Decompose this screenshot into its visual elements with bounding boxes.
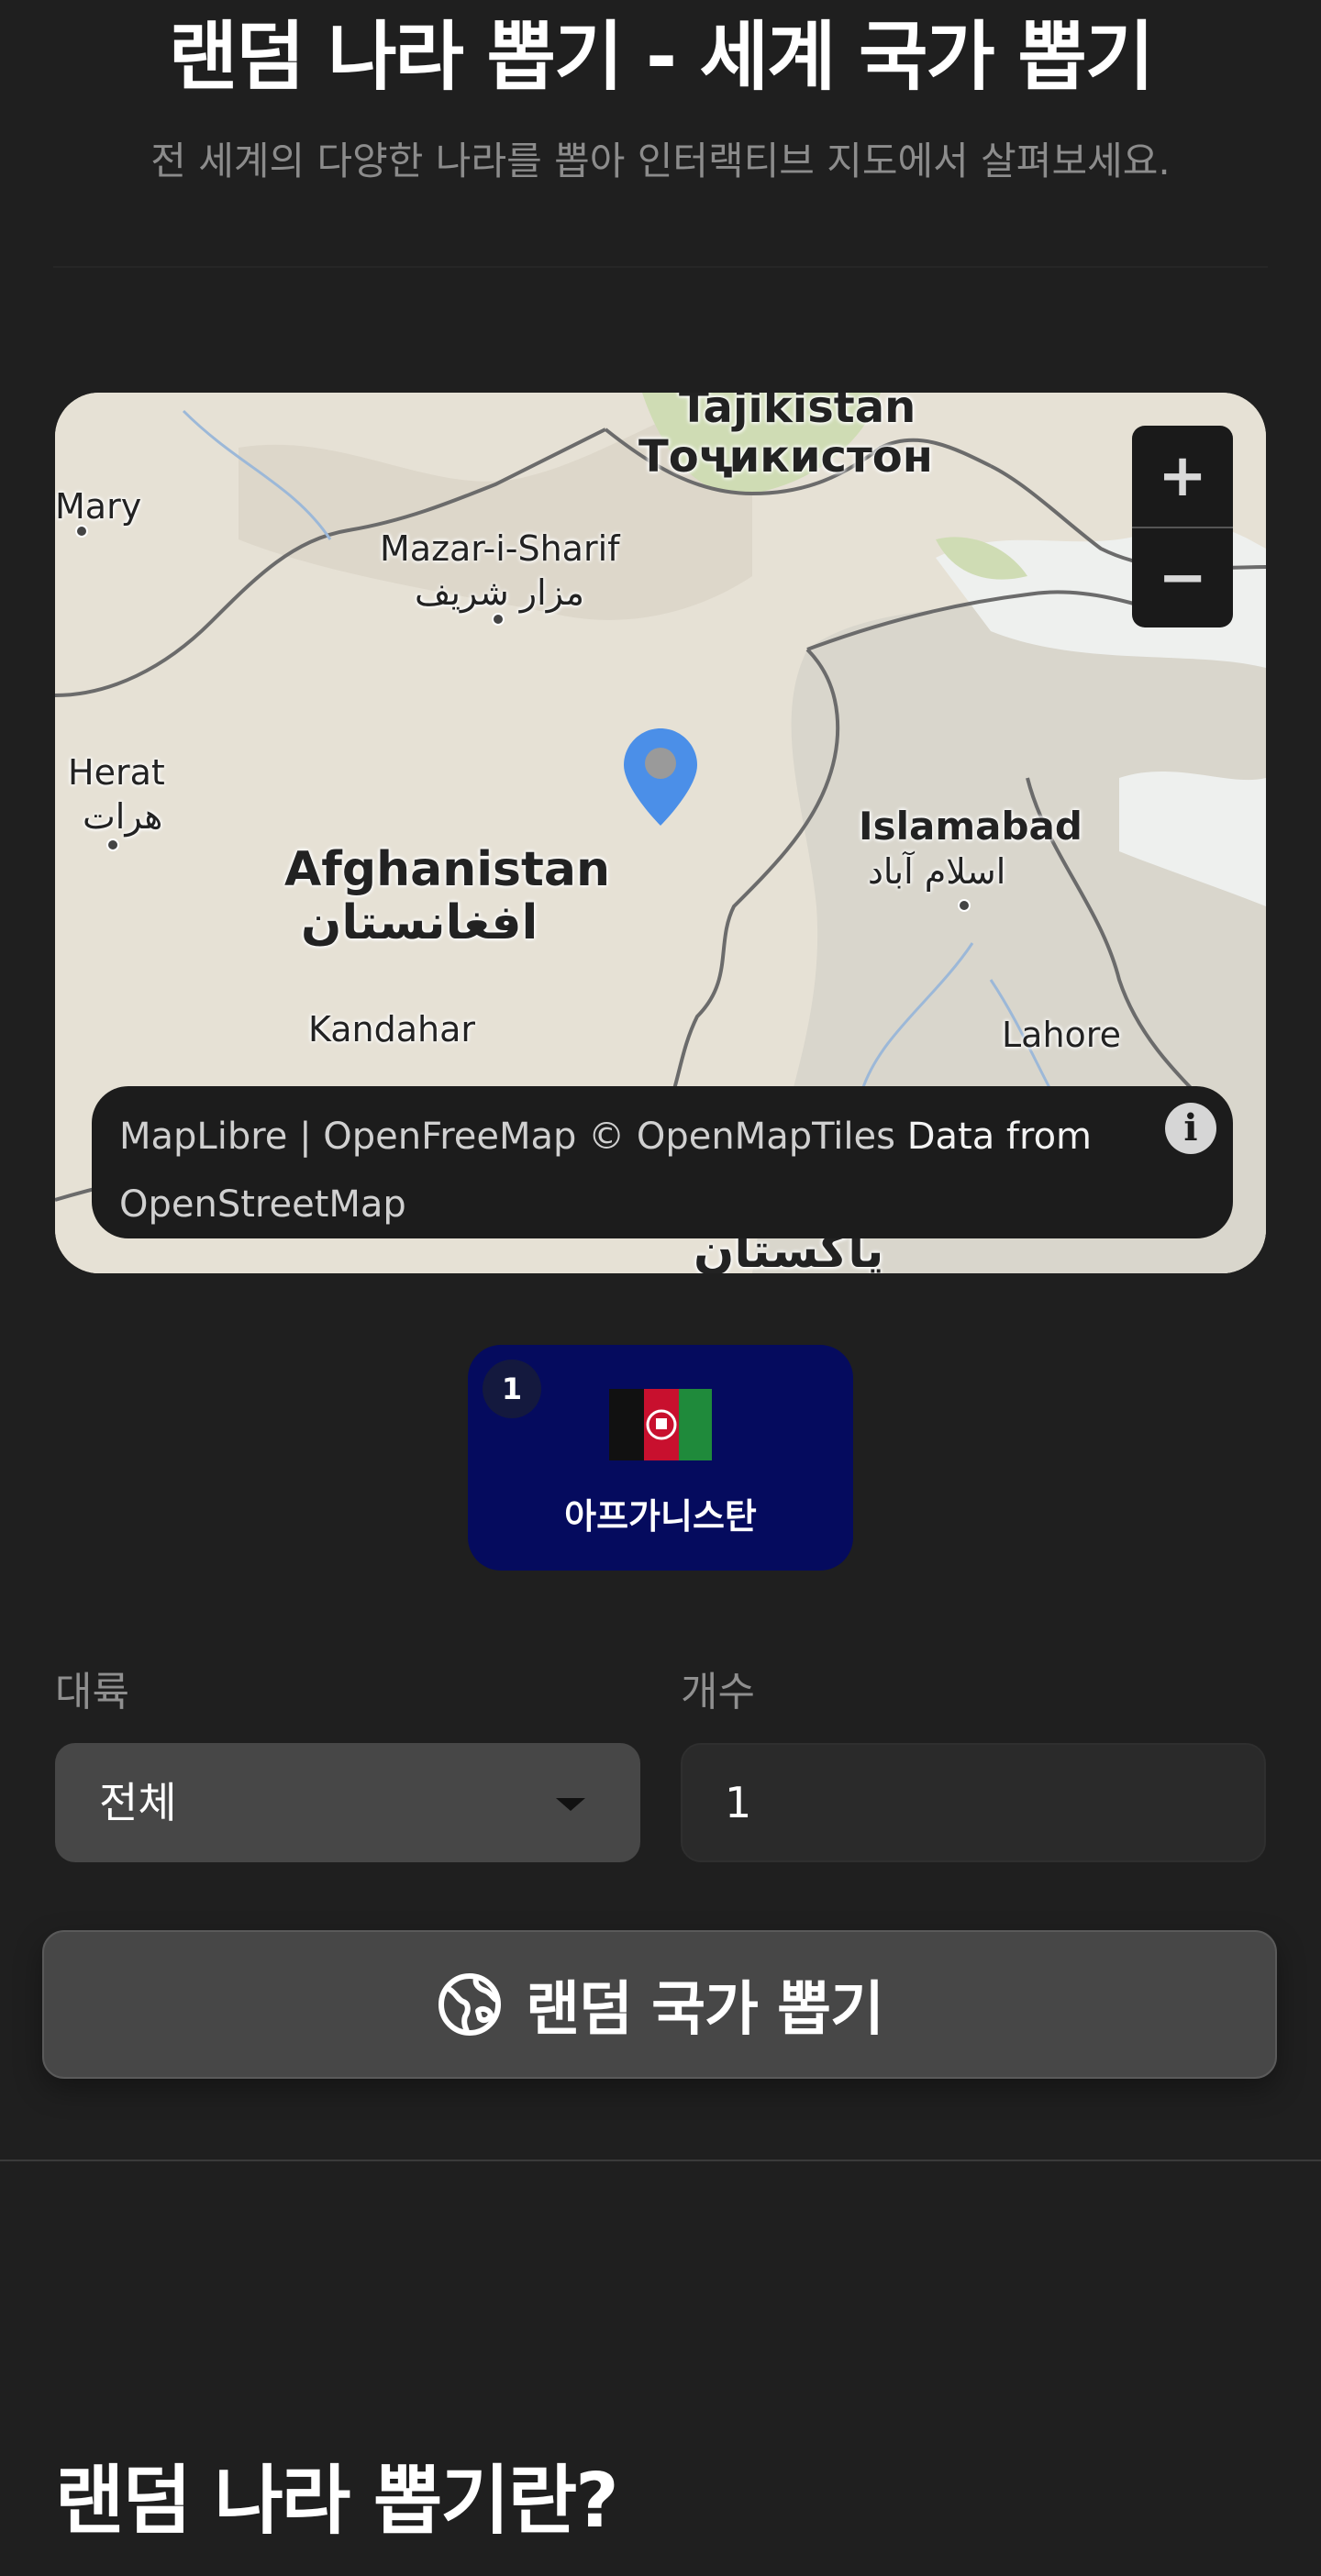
city-marker bbox=[75, 525, 88, 538]
attribution-prefix-link[interactable]: MapLibre | OpenFreeMap © OpenMapTiles bbox=[119, 1116, 895, 1158]
zoom-controls: + − bbox=[1132, 426, 1233, 627]
city-marker bbox=[492, 613, 505, 626]
divider bbox=[53, 266, 1268, 268]
draw-button-label: 랜덤 국가 뽑기 bbox=[526, 1976, 884, 2044]
map-label-islamabad: Islamabad bbox=[859, 804, 1082, 849]
map-label-mazar: Mazar-i-Sharif bbox=[380, 528, 620, 569]
map-label-herat: Herat bbox=[68, 752, 165, 793]
location-pin-icon[interactable] bbox=[622, 727, 699, 827]
chevron-down-icon bbox=[556, 1798, 585, 1811]
count-label: 개수 bbox=[681, 1669, 755, 1715]
zoom-in-button[interactable]: + bbox=[1132, 426, 1233, 527]
info-icon[interactable]: i bbox=[1165, 1103, 1216, 1154]
globe-icon bbox=[438, 1973, 502, 2036]
result-country-name: 아프가니스탄 bbox=[564, 1496, 757, 1537]
country-result-card[interactable]: 1 아프가니스탄 bbox=[468, 1345, 853, 1571]
flag-afghanistan-icon bbox=[609, 1389, 712, 1460]
continent-label: 대륙 bbox=[55, 1669, 129, 1715]
city-marker bbox=[106, 838, 119, 851]
map-label-mary: Mary bbox=[55, 486, 142, 527]
page-title: 랜덤 나라 뽑기 - 세계 국가 뽑기 bbox=[168, 14, 1155, 101]
attribution-suffix: Data from bbox=[906, 1116, 1093, 1158]
map-label-herat-native: هرات bbox=[83, 796, 163, 837]
map-label-afghanistan-native: افغانستان bbox=[301, 895, 538, 950]
map-label-mazar-native: مزار شریف bbox=[415, 572, 585, 613]
map-label-afghanistan: Afghanistan bbox=[284, 842, 610, 897]
divider bbox=[0, 2160, 1321, 2161]
draw-random-country-button[interactable]: 랜덤 국가 뽑기 bbox=[42, 1930, 1277, 2079]
page-subtitle: 전 세계의 다양한 나라를 뽑아 인터랙티브 지도에서 살펴보세요. bbox=[150, 139, 1171, 183]
map-attribution: MapLibre | OpenFreeMap © OpenMapTiles Da… bbox=[92, 1086, 1233, 1238]
city-marker bbox=[958, 899, 971, 912]
section-heading: 랜덤 나라 뽑기란? bbox=[55, 2458, 619, 2545]
map-label-tajikistan: Tajikistan bbox=[679, 393, 916, 433]
interactive-map[interactable]: Tajikistan Тоҷикистон Mary Mazar-i-Shari… bbox=[55, 393, 1266, 1273]
result-index-badge: 1 bbox=[483, 1360, 541, 1418]
count-input[interactable] bbox=[681, 1743, 1266, 1862]
continent-select[interactable]: 전체 bbox=[55, 1743, 640, 1862]
map-label-lahore: Lahore bbox=[1002, 1015, 1121, 1055]
map-label-tajikistan-native: Тоҷикистон bbox=[638, 431, 933, 483]
attribution-text: MapLibre | OpenFreeMap © OpenMapTiles Da… bbox=[119, 1103, 1123, 1238]
map-label-kandahar: Kandahar bbox=[308, 1009, 476, 1049]
continent-select-value: 전체 bbox=[99, 1778, 177, 1827]
map-label-islamabad-native: اسلام آباد bbox=[868, 851, 1006, 892]
attribution-osm-link[interactable]: OpenStreetMap bbox=[119, 1183, 406, 1226]
zoom-out-button[interactable]: − bbox=[1132, 527, 1233, 627]
